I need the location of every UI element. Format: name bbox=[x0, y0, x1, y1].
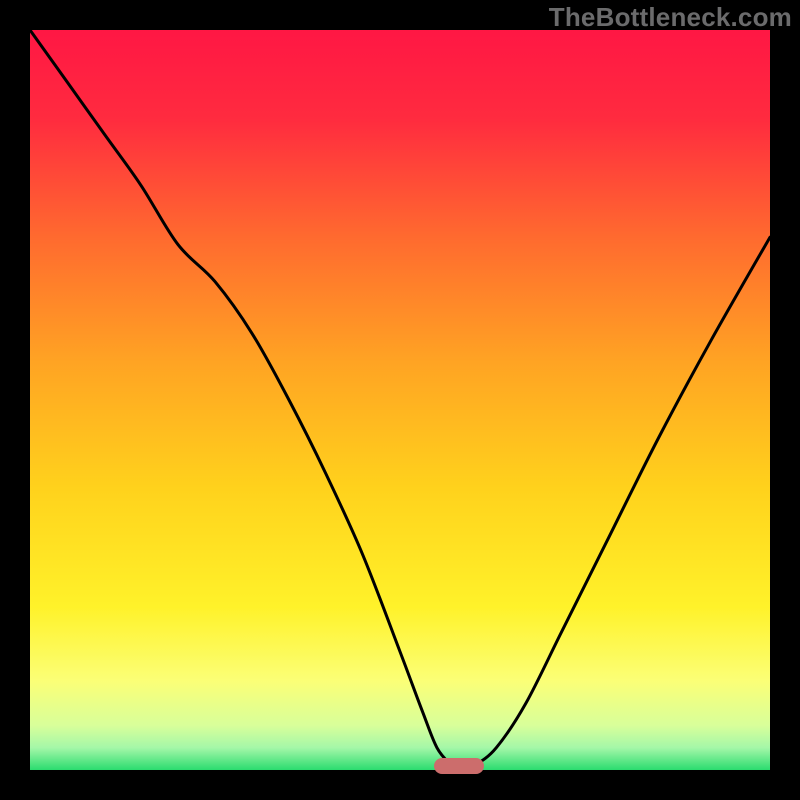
watermark: TheBottleneck.com bbox=[549, 2, 792, 33]
bottleneck-chart bbox=[30, 30, 770, 770]
chart-frame: TheBottleneck.com bbox=[0, 0, 800, 800]
gradient-background bbox=[30, 30, 770, 770]
optimal-marker bbox=[434, 758, 484, 774]
